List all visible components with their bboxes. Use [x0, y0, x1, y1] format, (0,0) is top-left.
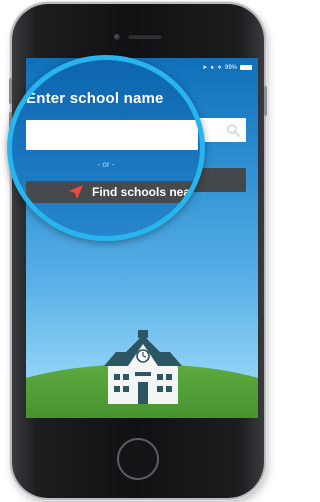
- battery-percentage: 99%: [224, 64, 237, 71]
- enter-school-name-heading: Enter school name: [26, 90, 164, 107]
- home-button[interactable]: [117, 438, 159, 480]
- bluetooth-icon: ∗: [216, 65, 222, 71]
- find-schools-near-me-button[interactable]: Find schools near me: [26, 181, 205, 203]
- school-building-icon: [104, 330, 182, 404]
- battery-icon: [240, 65, 252, 70]
- magnifier-lens: Enter school name - or - Find schools ne…: [7, 55, 205, 241]
- volume-up-button[interactable]: [9, 78, 12, 104]
- front-camera: [114, 34, 120, 40]
- school-name-input[interactable]: [26, 120, 198, 150]
- find-schools-label: Find schools near me: [92, 185, 205, 199]
- power-button[interactable]: [264, 86, 267, 116]
- earpiece-speaker: [128, 34, 162, 39]
- location-status-icon: ➤: [202, 65, 208, 71]
- or-separator: - or -: [97, 160, 115, 169]
- alarm-icon: ●: [210, 64, 214, 71]
- status-bar: ➤ ● ∗ 99%: [202, 64, 252, 71]
- location-arrow-icon: [69, 185, 83, 199]
- search-icon[interactable]: [226, 123, 240, 137]
